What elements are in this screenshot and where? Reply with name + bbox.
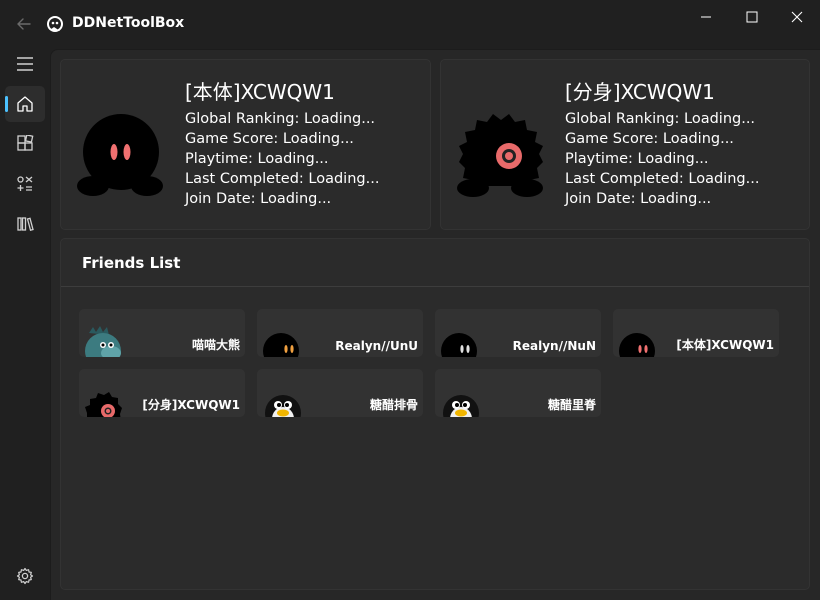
penguin-avatar-icon <box>443 395 479 417</box>
friend-name: Realyn//UnU <box>335 339 418 353</box>
penguin-avatar-icon <box>265 395 301 417</box>
nav-menu-toggle[interactable] <box>5 46 45 82</box>
join-date: Join Date: Loading... <box>565 191 712 207</box>
friend-tile[interactable]: 糖醋里脊 <box>435 369 601 417</box>
nav-item-apps[interactable] <box>5 126 45 162</box>
title-bar: DDNetToolBox <box>0 0 820 48</box>
maximize-button[interactable] <box>729 0 775 34</box>
player-card-alt: [分身]XCWQW1 Global Ranking: Loading... Ga… <box>440 59 810 230</box>
friend-tile[interactable]: 糖醋排骨 <box>257 369 423 417</box>
friend-name: [分身]XCWQW1 <box>142 398 240 412</box>
tee-avatar-icon <box>77 114 163 196</box>
friend-tile[interactable]: [本体]XCWQW1 <box>613 309 779 357</box>
global-ranking: Global Ranking: Loading... <box>185 111 376 127</box>
close-button[interactable] <box>774 0 820 34</box>
friend-name: 糖醋里脊 <box>547 398 596 412</box>
friend-name: 糖醋排骨 <box>369 398 418 412</box>
selection-indicator <box>5 96 8 112</box>
player-name: [本体]XCWQW1 <box>185 80 335 104</box>
back-button[interactable] <box>10 10 38 38</box>
tee-avatar-icon <box>441 333 477 357</box>
playtime: Playtime: Loading... <box>185 151 329 167</box>
nav-item-library[interactable] <box>5 206 45 242</box>
game-score: Game Score: Loading... <box>185 131 354 147</box>
nav-item-tools[interactable] <box>5 166 45 202</box>
tools-icon <box>17 176 33 191</box>
friend-tile[interactable]: 喵喵大熊 <box>79 309 245 357</box>
back-arrow-icon <box>17 18 31 30</box>
app-title: DDNetToolBox <box>72 15 185 31</box>
apps-icon <box>17 135 34 151</box>
last-completed: Last Completed: Loading... <box>565 171 760 187</box>
friend-tile[interactable]: [分身]XCWQW1 <box>79 369 245 417</box>
game-score: Game Score: Loading... <box>565 131 734 147</box>
tee-avatar-icon <box>263 333 299 357</box>
playtime: Playtime: Loading... <box>565 151 709 167</box>
app-logo-icon <box>47 16 63 32</box>
player-card-main: [本体]XCWQW1 Global Ranking: Loading... Ga… <box>60 59 431 230</box>
last-completed: Last Completed: Loading... <box>185 171 380 187</box>
home-icon <box>17 96 33 112</box>
nav-item-settings[interactable] <box>5 558 45 594</box>
hamburger-menu-icon <box>17 57 33 71</box>
friend-tile[interactable]: Realyn//UnU <box>257 309 423 357</box>
minimize-button[interactable] <box>683 0 729 34</box>
library-icon <box>17 217 34 232</box>
friends-list-title: Friends List <box>82 254 181 272</box>
maximize-icon <box>746 11 758 23</box>
tee-avatar-icon <box>457 114 543 197</box>
settings-gear-icon <box>16 567 34 585</box>
join-date: Join Date: Loading... <box>185 191 332 207</box>
friend-tile[interactable]: Realyn//NuN <box>435 309 601 357</box>
friend-name: 喵喵大熊 <box>191 338 240 352</box>
global-ranking: Global Ranking: Loading... <box>565 111 756 127</box>
friend-name: [本体]XCWQW1 <box>676 338 774 352</box>
nav-item-home[interactable] <box>5 86 45 122</box>
minimize-icon <box>701 16 711 18</box>
friends-list-header: Friends List <box>61 239 809 287</box>
tee-avatar-icon <box>619 333 655 357</box>
close-icon <box>791 11 803 23</box>
dino-tee-avatar-icon <box>85 326 121 357</box>
player-name: [分身]XCWQW1 <box>565 80 715 104</box>
tee-avatar-icon <box>85 392 122 417</box>
friend-name: Realyn//NuN <box>512 339 596 353</box>
